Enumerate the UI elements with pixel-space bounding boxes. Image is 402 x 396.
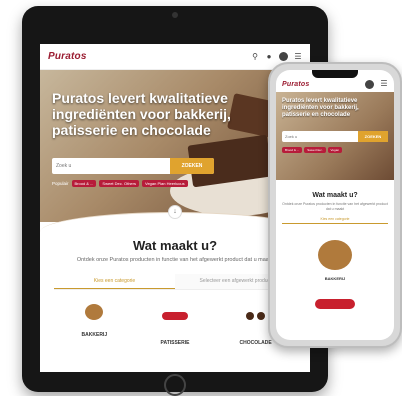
what-do-you-make-section: Wat maakt u? Ontdek onze Puratos product… bbox=[276, 180, 394, 317]
category-label: PATISSERIE bbox=[160, 340, 190, 346]
search-icon[interactable]: ⚲ bbox=[251, 52, 259, 61]
popular-tag[interactable]: Vegan bbox=[327, 147, 343, 153]
user-icon[interactable]: ● bbox=[265, 52, 273, 61]
puratos-logo[interactable]: Puratos bbox=[48, 51, 87, 62]
popular-tag[interactable]: Brood & ... bbox=[71, 180, 97, 187]
header-icons: ☰ bbox=[365, 79, 388, 89]
popular-tag[interactable]: Sweet Dec. bbox=[304, 147, 326, 153]
search-bar: ZOEKEN bbox=[282, 131, 388, 142]
search-button[interactable]: ZOEKEN bbox=[358, 131, 388, 142]
menu-icon[interactable]: ☰ bbox=[380, 80, 388, 88]
language-icon[interactable] bbox=[365, 79, 374, 89]
section-title: Wat maakt u? bbox=[132, 238, 218, 253]
header-icons: ⚲ ● ☰ bbox=[251, 52, 302, 61]
section-title: Wat maakt u? bbox=[312, 192, 358, 199]
phone-notch bbox=[312, 70, 358, 78]
bread-icon bbox=[318, 240, 352, 270]
search-input[interactable] bbox=[282, 134, 352, 139]
popular-searches: Brood & ... Sweet Dec. Vegan bbox=[282, 147, 388, 153]
menu-icon[interactable]: ☰ bbox=[294, 52, 302, 61]
popular-tag[interactable]: Brood & ... bbox=[282, 147, 303, 153]
tablet-header: Puratos ⚲ ● ☰ bbox=[40, 44, 310, 70]
popular-tag[interactable]: Sweet Dec. Others bbox=[99, 180, 139, 187]
eclair-icon bbox=[161, 312, 188, 320]
popular-searches: Populair Brood & ... Sweet Dec. Others V… bbox=[52, 180, 202, 187]
eclair-icon bbox=[315, 299, 355, 309]
tablet-camera bbox=[172, 12, 178, 18]
hero-title: Puratos levert kwalitatieve ingrediënten… bbox=[282, 98, 359, 118]
home-button[interactable] bbox=[164, 374, 186, 396]
hero-banner: Puratos levert kwalitatieve ingrediënten… bbox=[276, 92, 394, 180]
tab-choose-category[interactable]: Kies een categorie bbox=[282, 217, 388, 224]
category-tabs: Kies een categorie Selecteer een afgewer… bbox=[54, 274, 296, 290]
search-input[interactable] bbox=[52, 159, 162, 173]
category-patisserie[interactable]: PATISSERIE bbox=[145, 304, 205, 346]
puratos-logo[interactable]: Puratos bbox=[282, 81, 309, 88]
search-button[interactable]: ZOEKEN bbox=[170, 158, 214, 174]
category-label[interactable]: BAKKERIJ bbox=[282, 276, 388, 281]
bread-icon bbox=[85, 304, 104, 320]
section-text: Ontdek onze Puratos producten in functie… bbox=[282, 202, 388, 211]
scroll-down-icon[interactable]: ↓ bbox=[168, 205, 182, 219]
tab-choose-category[interactable]: Kies een categorie bbox=[54, 274, 175, 289]
language-icon[interactable] bbox=[279, 52, 288, 61]
search-bar: ZOEKEN bbox=[52, 158, 214, 174]
category-bakkerij[interactable]: BAKKERIJ bbox=[64, 304, 124, 346]
phone-screen: Puratos ☰ Puratos levert kwalitatieve in… bbox=[276, 70, 394, 340]
device-mockup: Puratos ⚲ ● ☰ Puratos levert kwalitatiev… bbox=[0, 0, 402, 396]
section-text: Ontdek onze Puratos producten in functie… bbox=[76, 257, 274, 263]
category-list: BAKKERIJ PATISSERIE CHOCOLADE bbox=[54, 304, 296, 346]
popular-tag[interactable]: Vegan Plan Heerlucus bbox=[142, 180, 188, 187]
popular-label: Populair bbox=[52, 181, 69, 186]
category-label: BAKKERIJ bbox=[81, 332, 108, 338]
hero-title: Puratos levert kwalitatieve ingrediënten… bbox=[52, 90, 231, 138]
phone-device: Puratos ☰ Puratos levert kwalitatieve in… bbox=[268, 62, 402, 348]
